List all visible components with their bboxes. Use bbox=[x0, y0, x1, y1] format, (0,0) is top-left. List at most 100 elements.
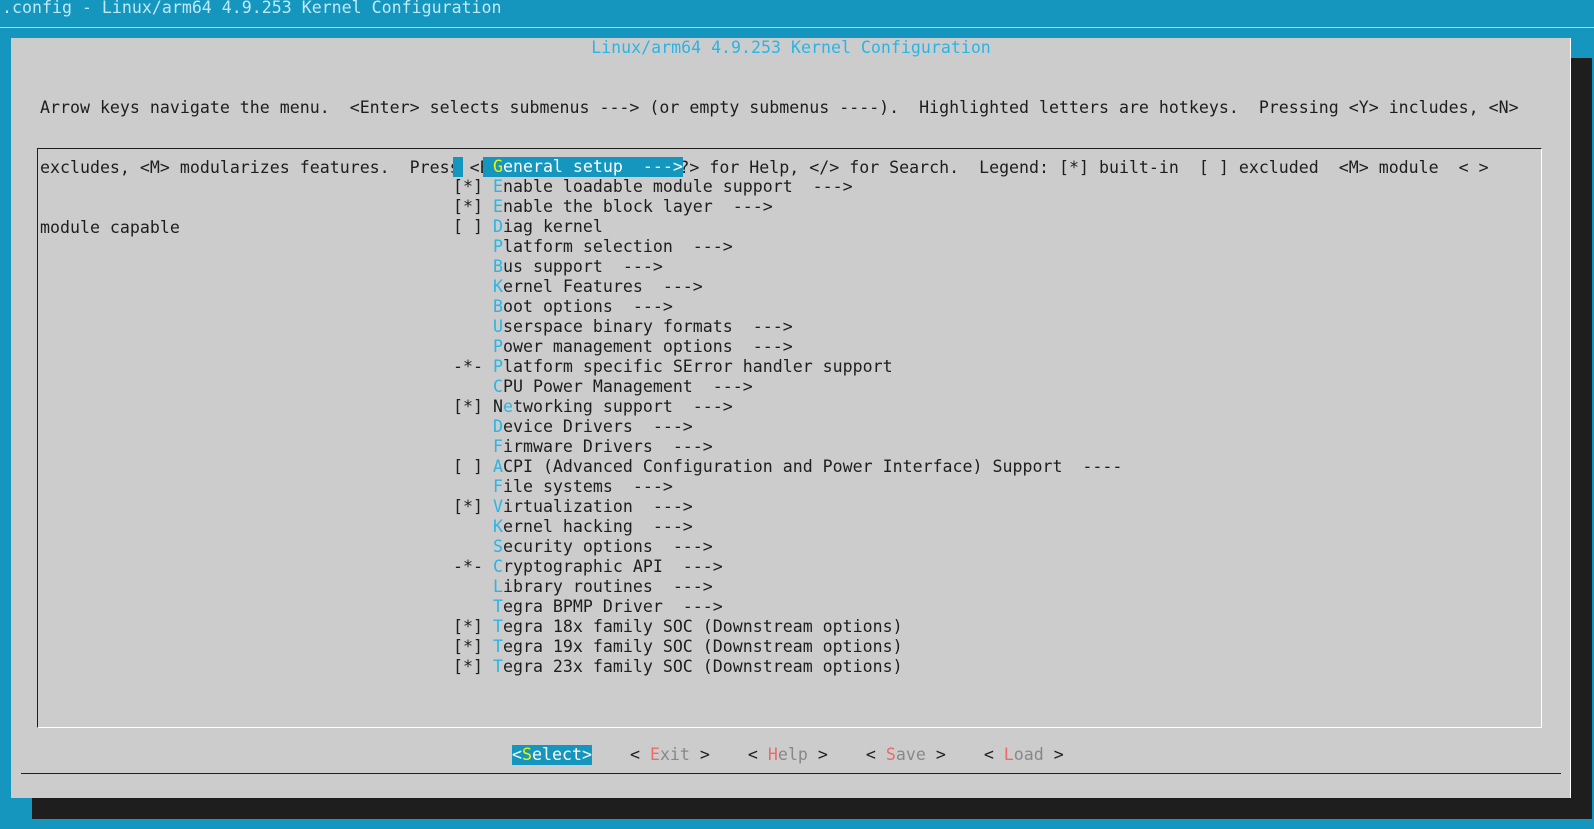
item-label: iag kernel bbox=[502, 217, 603, 236]
button-bracket: > bbox=[689, 745, 710, 764]
item-state bbox=[453, 437, 483, 456]
item-label: ibrary routines ---> bbox=[502, 577, 713, 596]
item-state bbox=[453, 537, 483, 556]
item-state bbox=[453, 517, 483, 536]
dialog-shadow bbox=[1571, 58, 1592, 819]
menu-item[interactable]: [*] Enable loadable module support ---> bbox=[453, 177, 1122, 197]
menu-item[interactable]: [ ] ACPI (Advanced Configuration and Pow… bbox=[453, 457, 1122, 477]
menu-item[interactable]: Tegra BPMP Driver ---> bbox=[453, 597, 1122, 617]
item-label: latform selection ---> bbox=[502, 237, 733, 256]
menu-item[interactable]: [*] Tegra 23x family SOC (Downstream opt… bbox=[453, 657, 1122, 677]
menu-item[interactable]: [*] Tegra 19x family SOC (Downstream opt… bbox=[453, 637, 1122, 657]
menu-item[interactable]: Bus support ---> bbox=[453, 257, 1122, 277]
hotkey-letter: T bbox=[492, 597, 503, 616]
hotkey-letter: F bbox=[492, 437, 503, 456]
button-bracket: > bbox=[1043, 745, 1064, 764]
button-select[interactable]: <Select> bbox=[512, 745, 592, 765]
button-bracket: < bbox=[983, 745, 1004, 764]
selected-item-label: General setup ---> bbox=[482, 157, 683, 177]
button-load[interactable]: < Load > bbox=[984, 745, 1064, 765]
item-label: ernel hacking ---> bbox=[502, 517, 693, 536]
menu-item[interactable]: -*- Platform specific SError handler sup… bbox=[453, 357, 1122, 377]
menu-item[interactable]: Power management options ---> bbox=[453, 337, 1122, 357]
item-label: nable the block layer ---> bbox=[502, 197, 773, 216]
hotkey-letter: S bbox=[885, 745, 896, 764]
item-label: egra BPMP Driver ---> bbox=[502, 597, 723, 616]
item-label: ower management options ---> bbox=[502, 337, 793, 356]
menu-item[interactable]: Platform selection ---> bbox=[453, 237, 1122, 257]
item-state bbox=[453, 577, 483, 596]
item-label: latform specific SError handler support bbox=[502, 357, 893, 376]
button-label: oad bbox=[1013, 745, 1044, 764]
button-exit[interactable]: < Exit > bbox=[630, 745, 710, 765]
menu-item[interactable]: [*] Virtualization ---> bbox=[453, 497, 1122, 517]
item-label: tworking support ---> bbox=[512, 397, 733, 416]
item-label: PU Power Management ---> bbox=[502, 377, 753, 396]
item-label: us support ---> bbox=[502, 257, 663, 276]
hotkey-letter: V bbox=[492, 497, 503, 516]
hotkey-letter: P bbox=[492, 357, 503, 376]
item-label: ernel Features ---> bbox=[502, 277, 703, 296]
menu-item[interactable]: [ ] Diag kernel bbox=[453, 217, 1122, 237]
item-state bbox=[453, 297, 483, 316]
item-state bbox=[453, 597, 483, 616]
hotkey-letter: C bbox=[492, 377, 503, 396]
menu-item[interactable]: General setup ---> bbox=[453, 157, 1122, 177]
item-label: eneral setup ---> bbox=[502, 157, 683, 176]
title-divider bbox=[0, 27, 1594, 28]
hotkey-letter: P bbox=[492, 237, 503, 256]
button-label: elect bbox=[532, 745, 582, 764]
item-state: [ ] bbox=[453, 457, 483, 476]
menu-item[interactable]: [*] Enable the block layer ---> bbox=[453, 197, 1122, 217]
button-label: xit bbox=[659, 745, 690, 764]
item-state: [ ] bbox=[453, 217, 483, 236]
item-label: egra 23x family SOC (Downstream options) bbox=[502, 657, 903, 676]
button-bracket: > bbox=[925, 745, 946, 764]
hotkey-letter: e bbox=[502, 397, 513, 416]
item-state bbox=[453, 417, 483, 436]
help-line: Arrow keys navigate the menu. <Enter> se… bbox=[40, 98, 1519, 117]
menu-item[interactable]: -*- Cryptographic API ---> bbox=[453, 557, 1122, 577]
item-label: N bbox=[492, 397, 503, 416]
item-label: ryptographic API ---> bbox=[502, 557, 723, 576]
hotkey-letter: G bbox=[492, 157, 503, 176]
hotkey-letter: K bbox=[492, 277, 503, 296]
hotkey-letter: T bbox=[492, 657, 503, 676]
item-state: -*- bbox=[453, 557, 483, 576]
menu-item[interactable]: File systems ---> bbox=[453, 477, 1122, 497]
menu-item[interactable]: [*] Tegra 18x family SOC (Downstream opt… bbox=[453, 617, 1122, 637]
hotkey-letter: K bbox=[492, 517, 503, 536]
menu-item[interactable]: Kernel hacking ---> bbox=[453, 517, 1122, 537]
hotkey-letter: S bbox=[522, 745, 532, 764]
menu-item[interactable]: Boot options ---> bbox=[453, 297, 1122, 317]
item-label: serspace binary formats ---> bbox=[502, 317, 793, 336]
button-save[interactable]: < Save > bbox=[866, 745, 946, 765]
item-state: [*] bbox=[453, 617, 483, 636]
item-label: CPI (Advanced Configuration and Power In… bbox=[502, 457, 1123, 476]
item-state bbox=[453, 337, 483, 356]
cursor-marker bbox=[453, 157, 463, 177]
hotkey-letter: B bbox=[492, 297, 503, 316]
item-label: irtualization ---> bbox=[502, 497, 693, 516]
window-title: .config - Linux/arm64 4.9.253 Kernel Con… bbox=[2, 0, 502, 17]
menu-item[interactable]: Library routines ---> bbox=[453, 577, 1122, 597]
menu-item[interactable]: Device Drivers ---> bbox=[453, 417, 1122, 437]
item-state: [*] bbox=[453, 497, 483, 516]
menu-item[interactable]: CPU Power Management ---> bbox=[453, 377, 1122, 397]
item-state: [*] bbox=[453, 197, 483, 216]
hotkey-letter: U bbox=[492, 317, 503, 336]
hotkey-letter: E bbox=[649, 745, 660, 764]
button-bracket: > bbox=[581, 745, 592, 764]
button-bracket: < bbox=[747, 745, 768, 764]
item-state: [*] bbox=[453, 637, 483, 656]
menu-item[interactable]: Security options ---> bbox=[453, 537, 1122, 557]
menu-item[interactable]: [*] Networking support ---> bbox=[453, 397, 1122, 417]
menu-list: General setup ---> [*] Enable loadable mo… bbox=[37, 148, 1542, 728]
hotkey-letter: E bbox=[492, 177, 503, 196]
menu-item[interactable]: Userspace binary formats ---> bbox=[453, 317, 1122, 337]
menu-item[interactable]: Firmware Drivers ---> bbox=[453, 437, 1122, 457]
item-state: -*- bbox=[453, 357, 483, 376]
button-help[interactable]: < Help > bbox=[748, 745, 828, 765]
button-label: ave bbox=[895, 745, 926, 764]
menu-item[interactable]: Kernel Features ---> bbox=[453, 277, 1122, 297]
